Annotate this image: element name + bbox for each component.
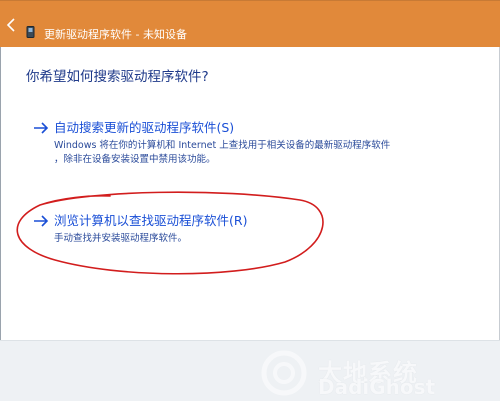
description-line: 手动查找并安装驱动程序软件。 xyxy=(54,233,188,244)
description-line: Windows 将在你的计算机和 Internet 上查找用于相关设备的最新驱动… xyxy=(54,140,391,151)
right-arrow-icon xyxy=(34,215,49,227)
update-driver-dialog: 更新驱动程序软件 - 未知设备 你希望如何搜索驱动程序软件? 自动搜索更新的驱动… xyxy=(0,0,500,401)
watermark-subtext: DadiGhost xyxy=(318,375,436,399)
back-arrow-icon[interactable] xyxy=(3,17,19,33)
window-title: 更新驱动程序软件 - 未知设备 xyxy=(44,28,187,41)
watermark-logo-icon xyxy=(261,350,307,396)
device-icon xyxy=(26,26,35,38)
browse-computer-option-description: 手动查找并安装驱动程序软件。 xyxy=(54,232,454,246)
search-question-heading: 你希望如何搜索驱动程序软件? xyxy=(26,69,209,85)
watermark: 大地系统 DadiGhost xyxy=(256,349,486,399)
title-bar: 更新驱动程序软件 - 未知设备 xyxy=(0,0,500,47)
auto-search-option-description: Windows 将在你的计算机和 Internet 上查找用于相关设备的最新驱动… xyxy=(54,139,454,167)
description-line: ，除非在设备安装设置中禁用该功能。 xyxy=(54,154,216,165)
right-arrow-icon xyxy=(34,122,49,134)
browse-computer-option-title[interactable]: 浏览计算机以查找驱动程序软件(R) xyxy=(54,212,247,230)
auto-search-option-title[interactable]: 自动搜索更新的驱动程序软件(S) xyxy=(54,119,234,137)
footer-bar: 大地系统 DadiGhost xyxy=(0,340,500,401)
